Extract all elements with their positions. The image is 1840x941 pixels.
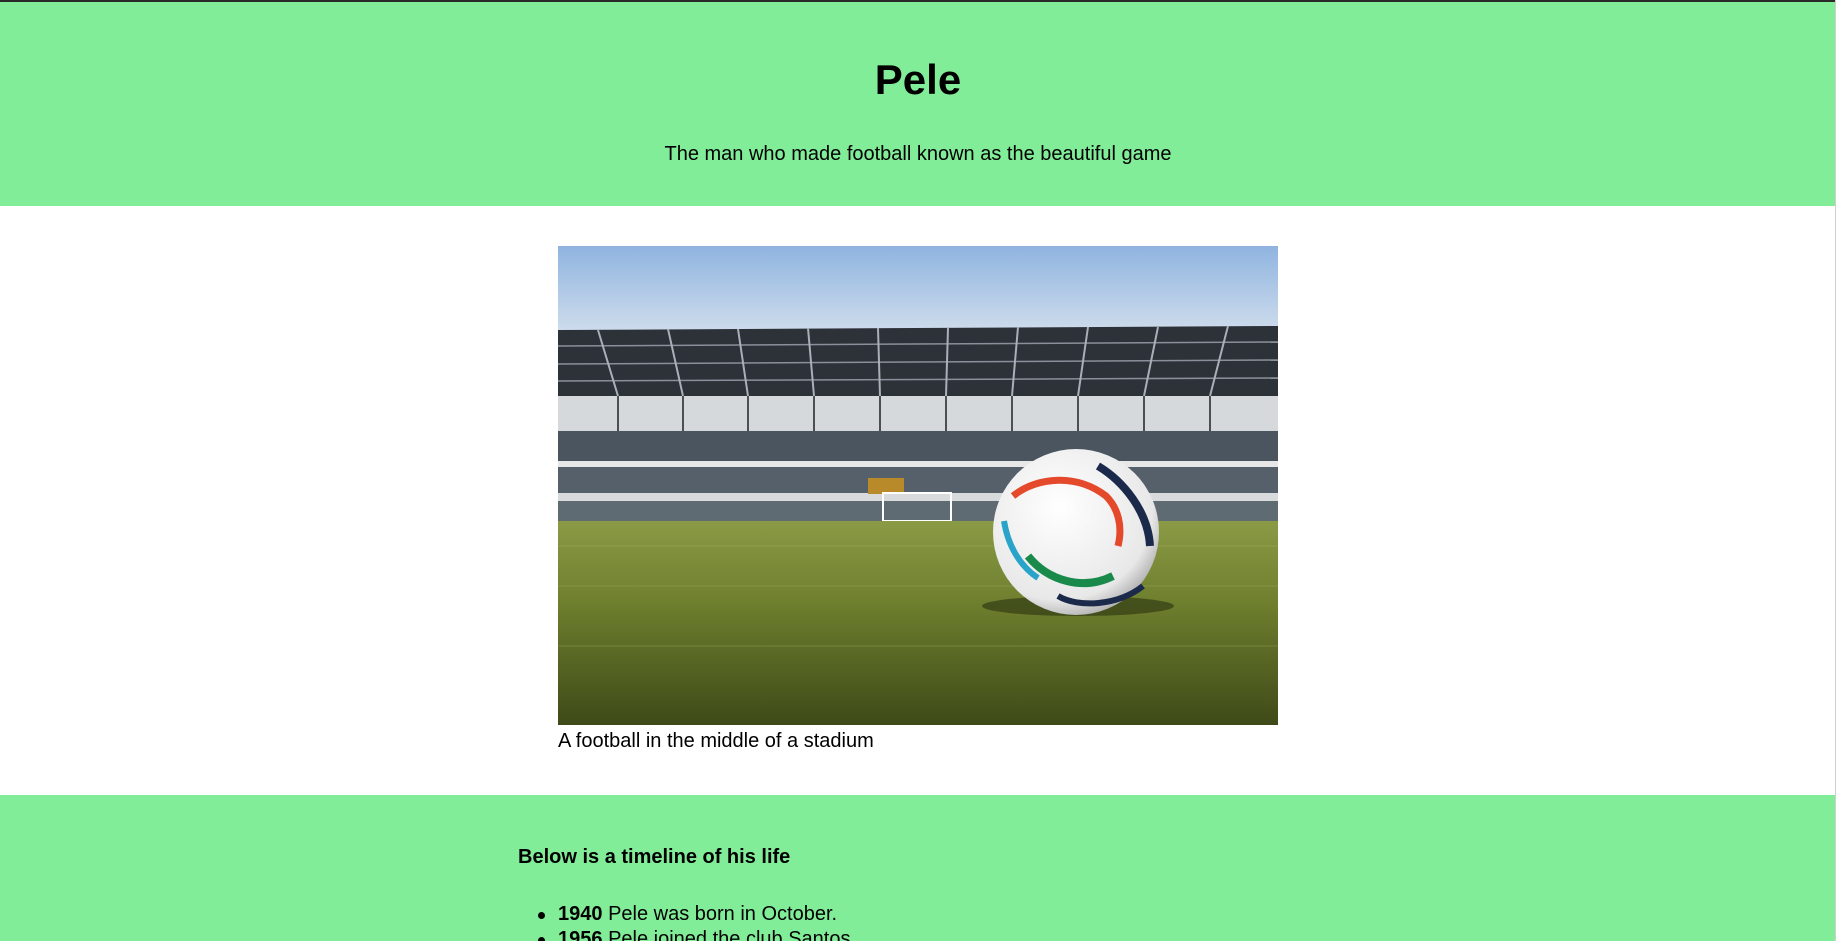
timeline-text: Pele joined the club Santos. — [608, 928, 857, 941]
bullet-icon — [538, 912, 545, 919]
timeline-section: Below is a timeline of his life 1940 Pel… — [0, 795, 1836, 941]
page-tagline: The man who made football known as the b… — [664, 143, 1172, 165]
timeline-text: Pele was born in October. — [608, 903, 838, 925]
timeline-year: 1956 — [558, 928, 603, 941]
timeline-item: 1956 Pele joined the club Santos. — [538, 927, 857, 941]
timeline-item: 1940 Pele was born in October. — [538, 902, 856, 927]
title-header: Pele The man who made football known as … — [0, 2, 1836, 206]
page-title: Pele — [874, 56, 962, 103]
timeline-heading: Below is a timeline of his life — [518, 846, 791, 868]
scrollbar[interactable] — [1835, 0, 1840, 941]
image-figure: A football in the middle of a stadium — [558, 246, 1278, 753]
timeline-year: 1940 — [558, 903, 603, 925]
timeline-list: 1940 Pele was born in October. 1956 Pele… — [538, 902, 857, 941]
football-stadium-image — [558, 246, 1278, 725]
bullet-icon — [538, 937, 545, 941]
page: Pele The man who made football known as … — [0, 0, 1840, 941]
image-caption: A football in the middle of a stadium — [558, 730, 874, 752]
